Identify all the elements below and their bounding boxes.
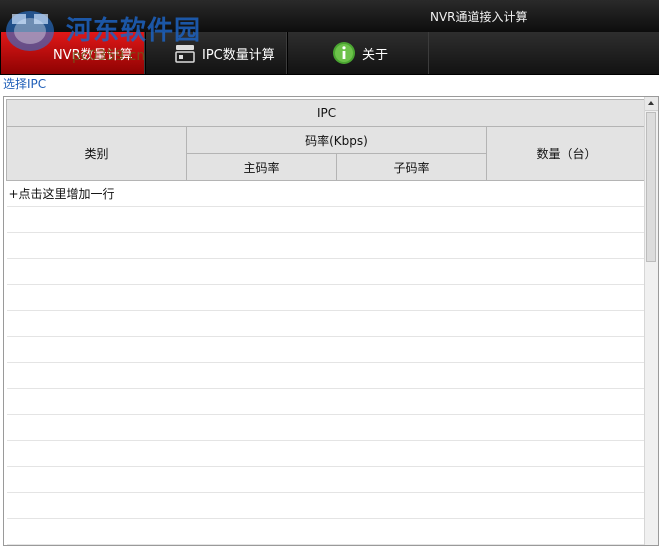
- info-icon: [333, 42, 355, 64]
- category-header[interactable]: 类别: [6, 126, 187, 181]
- add-row-link[interactable]: +点击这里增加一行: [6, 180, 647, 207]
- tab-label: NVR数量计算: [53, 47, 133, 63]
- ipc-grid: IPC 类别 码率(Kbps) 数量（台） 主码率 子码率 +点击这里增加一行: [5, 99, 648, 545]
- count-header[interactable]: 数量（台）: [485, 126, 648, 181]
- table-row: [6, 466, 647, 493]
- ipc-table: IPC 类别 码率(Kbps) 数量（台） 主码率 子码率 +点击这里增加一行: [5, 99, 648, 545]
- sub-bitrate-header[interactable]: 子码率: [336, 153, 487, 181]
- window-title: NVR通道接入计算: [430, 10, 528, 24]
- select-ipc-link[interactable]: 选择IPC: [3, 75, 46, 92]
- scrollbar-thumb[interactable]: [646, 112, 656, 262]
- table-row: [6, 440, 647, 467]
- tab-ipc-count[interactable]: IPC数量计算: [145, 32, 287, 74]
- ipc-table-panel: IPC 类别 码率(Kbps) 数量（台） 主码率 子码率 +点击这里增加一行: [3, 96, 659, 546]
- tab-label: 关于: [362, 47, 389, 63]
- main-bitrate-header[interactable]: 主码率: [186, 153, 337, 181]
- ipc-device-icon: [175, 45, 195, 63]
- table-row: [6, 518, 647, 545]
- tab-label: IPC数量计算: [202, 47, 275, 63]
- table-row: [6, 336, 647, 363]
- bitrate-header: 码率(Kbps): [186, 126, 487, 154]
- title-bar: NVR通道接入计算: [0, 0, 659, 32]
- tab-bar: NVR数量计算 IPC数量计算 关于: [0, 32, 659, 75]
- table-row: [6, 284, 647, 311]
- table-row: [6, 310, 647, 337]
- table-row: [6, 414, 647, 441]
- ipc-group-header: IPC: [5, 99, 648, 127]
- tab-nvr-count[interactable]: NVR数量计算: [0, 32, 145, 74]
- table-row[interactable]: +点击这里增加一行: [6, 180, 647, 207]
- table-row: [6, 492, 647, 519]
- scroll-up-arrow-icon[interactable]: [645, 97, 658, 111]
- table-row: [6, 388, 647, 415]
- table-row: [6, 206, 647, 233]
- tab-about[interactable]: 关于: [287, 32, 429, 74]
- table-row: [6, 362, 647, 389]
- vertical-scrollbar[interactable]: [644, 97, 658, 545]
- table-row: [6, 232, 647, 259]
- table-row: [6, 258, 647, 285]
